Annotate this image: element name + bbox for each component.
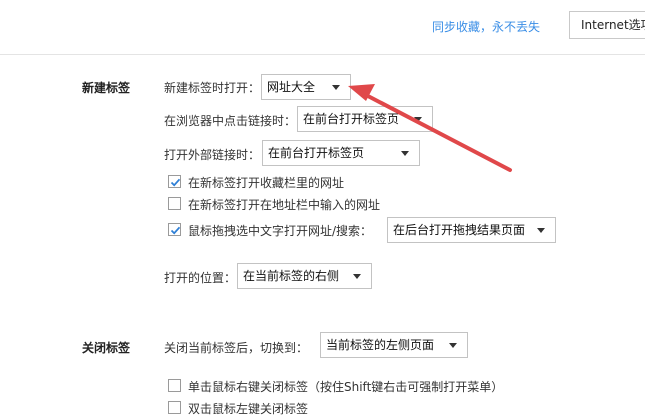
external-link-value: 在前台打开标签页	[268, 146, 365, 160]
chevron-down-icon	[401, 151, 409, 156]
chevron-down-icon	[353, 274, 361, 279]
section-title-new-tab: 新建标签	[82, 81, 131, 95]
click-link-label: 在浏览器中点击链接时：	[164, 114, 297, 128]
double-click-close-checkbox[interactable]	[168, 401, 181, 414]
switch-after-close-select[interactable]: 当前标签的左侧页面	[320, 332, 468, 358]
external-link-label: 打开外部链接时：	[164, 148, 261, 162]
drag-select-select[interactable]: 在后台打开拖拽结果页面	[387, 217, 556, 243]
double-click-close-label: 双击鼠标左键关闭标签	[188, 402, 309, 416]
switch-after-close-value: 当前标签的左侧页面	[326, 338, 435, 352]
right-click-close-label: 单击鼠标右键关闭标签（按住Shift键右击可强制打开菜单）	[188, 380, 504, 394]
drag-select-checkbox[interactable]	[168, 223, 181, 236]
drag-select-label: 鼠标拖拽选中文字打开网址/搜索：	[188, 224, 373, 238]
internet-options-button[interactable]: Internet选项	[569, 11, 645, 39]
open-new-tab-select[interactable]: 网址大全	[261, 74, 351, 100]
top-bar: 同步收藏，永不丢失 Internet选项	[0, 0, 645, 55]
external-link-select[interactable]: 在前台打开标签页	[262, 140, 420, 166]
open-new-tab-label: 新建标签时打开：	[164, 81, 261, 95]
checkmark-icon	[170, 226, 181, 235]
switch-after-close-label: 关闭当前标签后，切换到：	[164, 341, 309, 355]
click-link-select[interactable]: 在前台打开标签页	[297, 106, 433, 132]
open-position-value: 在当前标签的右侧	[243, 269, 340, 283]
sync-favorites-link[interactable]: 同步收藏，永不丢失	[432, 18, 540, 35]
drag-select-value: 在后台打开拖拽结果页面	[393, 223, 526, 237]
section-title-close-tab: 关闭标签	[82, 341, 131, 355]
chevron-down-icon	[332, 85, 340, 90]
open-position-label: 打开的位置：	[164, 271, 237, 285]
right-click-close-checkbox[interactable]	[168, 379, 181, 392]
favorites-new-tab-label: 在新标签打开收藏栏里的网址	[188, 176, 345, 190]
chevron-down-icon	[449, 343, 457, 348]
click-link-value: 在前台打开标签页	[303, 112, 400, 126]
chevron-down-icon	[537, 228, 545, 233]
chevron-down-icon	[414, 117, 422, 122]
address-bar-new-tab-label: 在新标签打开在地址栏中输入的网址	[188, 198, 381, 212]
open-new-tab-value: 网址大全	[267, 80, 316, 94]
checkmark-icon	[170, 178, 181, 187]
arrow-head	[348, 84, 375, 101]
favorites-new-tab-checkbox[interactable]	[168, 175, 181, 188]
address-bar-new-tab-checkbox[interactable]	[168, 197, 181, 210]
open-position-select[interactable]: 在当前标签的右侧	[237, 263, 372, 289]
